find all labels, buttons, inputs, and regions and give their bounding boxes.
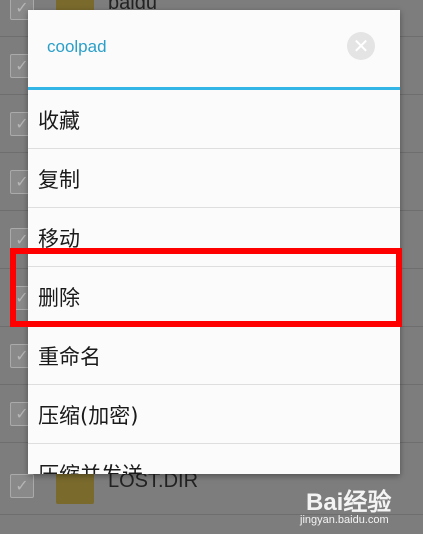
menu-item-label: 压缩(加密) xyxy=(38,404,139,428)
menu-item-rename[interactable]: 重命名 xyxy=(28,326,400,385)
highlight-annotation xyxy=(10,248,402,327)
menu-item-label: 重命名 xyxy=(38,345,101,369)
menu-item-compress-encrypt[interactable]: 压缩(加密) xyxy=(28,385,400,444)
menu-item-label: 压缩并发送 xyxy=(38,459,143,474)
menu-item-label: 复制 xyxy=(38,168,80,192)
checkbox[interactable]: ✓ xyxy=(10,474,34,498)
dialog-title: coolpad xyxy=(47,37,107,56)
watermark-logo: Bai经验 xyxy=(306,489,392,516)
context-menu-dialog: coolpad ✕ 收藏 复制 移动 删除 重命名 压缩(加密) 压缩并发送 xyxy=(28,10,400,474)
dialog-header: coolpad ✕ xyxy=(28,10,400,90)
close-icon[interactable]: ✕ xyxy=(347,32,375,60)
menu-item-copy[interactable]: 复制 xyxy=(28,149,400,208)
menu-item-favorite[interactable]: 收藏 xyxy=(28,90,400,149)
watermark-url: jingyan.baidu.com xyxy=(300,514,389,526)
baidu-jingyan-watermark: Bai经验 jingyan.baidu.com xyxy=(300,478,418,530)
menu-item-compress-send[interactable]: 压缩并发送 xyxy=(28,444,400,474)
menu-item-label: 收藏 xyxy=(38,109,80,133)
